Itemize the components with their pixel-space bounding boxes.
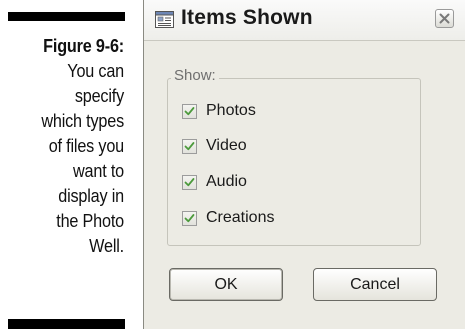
video-checkbox[interactable] xyxy=(182,138,197,154)
caption-bottom-rule xyxy=(8,319,125,329)
checkmark-icon xyxy=(184,141,195,150)
caption-line: You can xyxy=(67,61,124,81)
option-label: Photos xyxy=(206,102,256,119)
caption-line: display in xyxy=(58,186,124,206)
caption-line: of files you xyxy=(48,136,124,156)
groupbox-label: Show: xyxy=(171,67,219,84)
cancel-button[interactable]: Cancel xyxy=(313,268,437,301)
window-list-icon xyxy=(155,11,174,28)
option-photos[interactable]: Photos xyxy=(182,101,256,121)
caption-line: the Photo xyxy=(56,211,124,231)
caption-line: Well. xyxy=(89,236,124,256)
dialog-title: Items Shown xyxy=(181,6,313,29)
checkmark-icon xyxy=(184,177,195,186)
option-label: Video xyxy=(206,137,247,154)
figure-caption: Figure 9-6: You can specify which types … xyxy=(12,34,124,259)
items-shown-dialog: Items Shown Show: Photos Video Audio Cre… xyxy=(143,0,465,329)
caption-line: want to xyxy=(73,161,124,181)
close-icon xyxy=(439,13,450,24)
caption-line: specify xyxy=(74,86,124,106)
audio-checkbox[interactable] xyxy=(182,174,197,190)
option-audio[interactable]: Audio xyxy=(182,172,247,192)
photos-checkbox[interactable] xyxy=(182,103,197,119)
close-button[interactable] xyxy=(435,9,454,28)
checkmark-icon xyxy=(184,213,195,222)
figure-label: Figure 9-6: xyxy=(43,36,124,56)
option-creations[interactable]: Creations xyxy=(182,208,274,228)
creations-checkbox[interactable] xyxy=(182,210,197,226)
option-video[interactable]: Video xyxy=(182,136,247,156)
checkmark-icon xyxy=(184,106,195,115)
ok-button[interactable]: OK xyxy=(169,268,283,301)
option-label: Audio xyxy=(206,173,247,190)
caption-line: which types xyxy=(41,111,125,131)
caption-top-rule xyxy=(8,12,125,21)
dialog-titlebar[interactable]: Items Shown xyxy=(144,0,465,41)
option-label: Creations xyxy=(206,209,275,226)
